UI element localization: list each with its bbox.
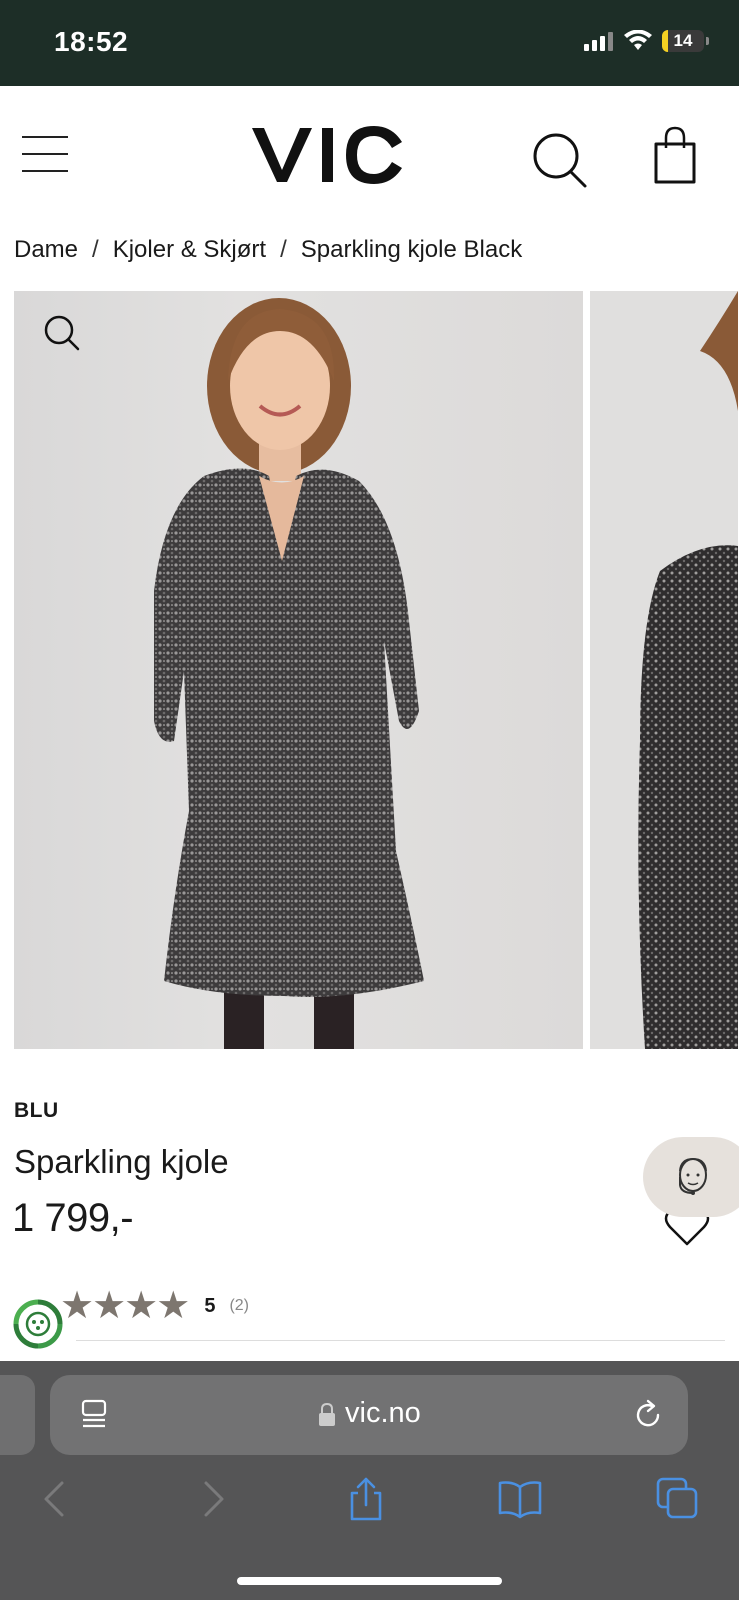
dress-illustration: [154, 298, 424, 1049]
search-icon[interactable]: [530, 130, 590, 190]
signal-icon: [584, 32, 613, 51]
product-rating[interactable]: ★ ★ ★ ★ 5 (2): [60, 1287, 249, 1325]
product-gallery[interactable]: [14, 291, 739, 1049]
breadcrumb: Dame / Kjoler & Skjørt / Sparkling kjole Bla…: [14, 236, 522, 264]
dress-side-illustration: [638, 291, 738, 1049]
zoom-icon[interactable]: [42, 313, 82, 353]
browser-chrome: vic.no: [0, 1361, 739, 1600]
tabs-icon[interactable]: [656, 1477, 700, 1521]
rating-count[interactable]: (2): [229, 1297, 249, 1315]
shopping-bag-icon[interactable]: [650, 126, 700, 186]
breadcrumb-dame[interactable]: Dame: [14, 236, 78, 263]
battery-percent: 14: [673, 31, 693, 50]
status-bar: 18:52 14: [0, 0, 739, 86]
site-header: [0, 86, 739, 226]
star-icon: ★: [124, 1285, 159, 1327]
product-image-main[interactable]: [14, 291, 583, 1049]
share-icon[interactable]: [344, 1477, 388, 1521]
status-time: 18:52: [54, 26, 129, 57]
star-icon: ★: [92, 1285, 127, 1327]
reader-mode-icon[interactable]: [80, 1399, 110, 1431]
star-icon: ★: [156, 1285, 191, 1327]
hamburger-menu-icon[interactable]: [22, 136, 68, 172]
eco-badge-icon[interactable]: [12, 1298, 64, 1350]
browser-toolbar: [0, 1477, 739, 1537]
lock-icon: [319, 1403, 335, 1426]
product-image-second[interactable]: [590, 291, 738, 1049]
status-icons: 14: [584, 30, 709, 52]
back-icon[interactable]: [34, 1477, 78, 1521]
breadcrumb-separator: /: [280, 236, 287, 263]
product-title: Sparkling kjole: [14, 1143, 229, 1180]
home-indicator[interactable]: [237, 1577, 502, 1585]
customer-service-button[interactable]: [643, 1137, 739, 1217]
bookmarks-icon[interactable]: [498, 1477, 542, 1521]
breadcrumb-kjoler[interactable]: Kjoler & Skjørt: [113, 236, 266, 263]
product-price: 1 799,-: [12, 1196, 134, 1240]
battery-icon: 14: [662, 30, 704, 52]
previous-tab-peek[interactable]: [0, 1375, 35, 1455]
breadcrumb-current: Sparkling kjole Black: [300, 236, 523, 263]
product-brand[interactable]: BLU: [14, 1099, 59, 1123]
rating-value: 5: [204, 1294, 216, 1317]
reload-icon[interactable]: [632, 1399, 664, 1431]
divider: [76, 1340, 725, 1341]
battery-level: [662, 30, 668, 52]
forward-icon[interactable]: [190, 1477, 234, 1521]
url-text[interactable]: vic.no: [345, 1397, 421, 1430]
address-bar[interactable]: vic.no: [50, 1375, 688, 1455]
battery-cap: [706, 37, 709, 45]
wifi-icon: [624, 30, 652, 50]
support-agent-icon: [679, 1157, 707, 1195]
star-icon: ★: [60, 1285, 95, 1327]
vic-logo[interactable]: [250, 120, 410, 190]
breadcrumb-separator: /: [92, 236, 99, 263]
